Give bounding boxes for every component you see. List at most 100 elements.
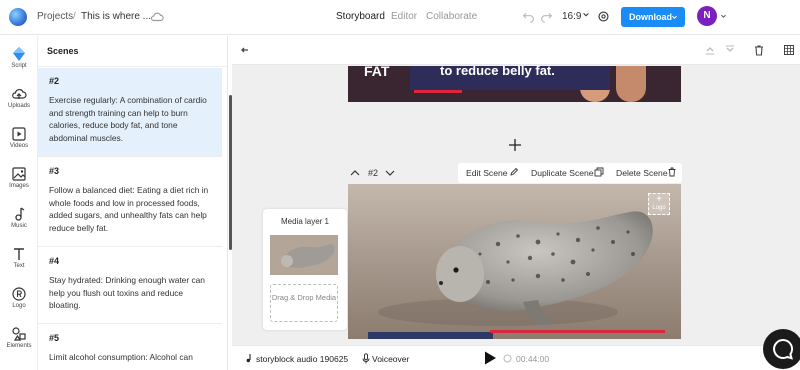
tab-storyboard[interactable]: Storyboard	[336, 11, 385, 22]
trash-icon[interactable]	[753, 44, 765, 56]
scene-card[interactable]: #3 Follow a balanced diet: Eating a diet…	[38, 158, 222, 247]
previous-scene-preview[interactable]: FAT to reduce belly fat.	[348, 66, 681, 102]
sidebar-item-label: Images	[9, 183, 29, 189]
scene-card[interactable]: #2 Exercise regularly: A combination of …	[38, 68, 222, 157]
scene-video-frame[interactable]	[348, 184, 681, 339]
microphone-icon	[362, 353, 370, 364]
sidebar-item-script[interactable]: Script	[0, 40, 38, 78]
scene-script-text[interactable]: Limit alcohol consumption: Alcohol can	[49, 351, 214, 364]
scene-script-text[interactable]: Exercise regularly: A combination of car…	[49, 94, 214, 145]
redo-icon[interactable]	[540, 10, 553, 23]
logo-registered-icon	[12, 287, 26, 301]
chevron-down-icon[interactable]	[582, 11, 590, 19]
delete-scene-label: Delete Scene	[616, 168, 668, 178]
sidebar-item-uploads[interactable]: Uploads	[0, 80, 38, 118]
chat-bubble-icon	[773, 338, 794, 360]
project-title[interactable]: This is where ...	[81, 11, 151, 22]
aspect-ratio-select[interactable]: 16:9	[562, 11, 581, 22]
scenes-panel: Scenes #2 Exercise regularly: A combinat…	[38, 36, 228, 370]
tab-editor[interactable]: Editor	[391, 11, 417, 22]
scene-card[interactable]: #4 Stay hydrated: Drinking enough water …	[38, 248, 222, 324]
grid-view-icon[interactable]	[783, 44, 795, 56]
music-note-icon	[15, 207, 25, 221]
sidebar-item-text[interactable]: Text	[0, 240, 38, 278]
scene-number: #5	[49, 333, 60, 343]
upload-cloud-icon	[12, 89, 27, 99]
media-layers-panel: Media layer 1 Drag & Drop Media	[263, 209, 347, 330]
sidebar-item-elements[interactable]: Elements	[0, 320, 38, 358]
chevron-down-icon[interactable]	[385, 168, 395, 178]
move-up-icon[interactable]	[704, 44, 716, 56]
preview-caption-right: to reduce belly fat.	[440, 66, 555, 78]
current-scene-number: #2	[368, 168, 379, 178]
video-icon	[12, 127, 26, 141]
preview-caption-left: FAT	[364, 66, 390, 79]
seal-photo	[348, 184, 681, 339]
cloud-saved-icon	[150, 12, 164, 22]
edit-scene-button[interactable]: Edit Scene	[466, 167, 519, 178]
scene-card[interactable]: #5 Limit alcohol consumption: Alcohol ca…	[38, 325, 222, 370]
duplicate-icon	[594, 167, 604, 177]
logo-placeholder-label: Logo	[652, 205, 666, 211]
left-tool-rail: Script Uploads Videos Images Music Text …	[0, 36, 38, 370]
voiceover-button[interactable]: Voiceover	[372, 354, 409, 364]
divider	[38, 66, 227, 67]
settings-gear-icon[interactable]	[597, 10, 610, 23]
sidebar-item-label: Text	[13, 263, 25, 269]
download-label: Download	[629, 12, 672, 22]
sidebar-item-videos[interactable]: Videos	[0, 120, 38, 158]
playback-timecode: 00:44:00	[516, 354, 550, 364]
play-icon[interactable]	[482, 350, 498, 366]
add-scene-plus-icon[interactable]	[508, 138, 522, 152]
duplicate-scene-button[interactable]: Duplicate Scene	[531, 167, 604, 178]
chevron-down-icon[interactable]	[720, 13, 727, 20]
scene-actions-bar: Edit Scene Duplicate Scene Delete Scene	[458, 163, 682, 183]
scene-script-text[interactable]: Follow a balanced diet: Eating a diet ri…	[49, 184, 214, 235]
duplicate-scene-label: Duplicate Scene	[531, 168, 594, 178]
timeline-scrubber-icon[interactable]	[503, 354, 512, 363]
canvas-toolbar	[232, 36, 800, 65]
scene-number: #4	[49, 256, 60, 266]
sidebar-item-label: Music	[11, 223, 27, 229]
sidebar-item-images[interactable]: Images	[0, 160, 38, 198]
audio-track-name[interactable]: storyblock audio 190625	[256, 354, 348, 364]
elements-icon	[12, 327, 26, 341]
pencil-icon	[510, 167, 519, 176]
sidebar-item-label: Elements	[6, 343, 32, 349]
sidebar-item-label: Script	[11, 63, 27, 69]
media-layer-title: Media layer 1	[280, 217, 330, 226]
breadcrumb-projects[interactable]: Projects	[37, 11, 73, 22]
download-button[interactable]: Download	[621, 7, 685, 27]
preview-accent-line	[414, 90, 462, 93]
chevron-up-icon[interactable]	[350, 168, 360, 178]
plus-icon: +	[656, 194, 662, 205]
sidebar-item-label: Videos	[9, 143, 29, 149]
tab-collaborate[interactable]: Collaborate	[426, 11, 477, 22]
scenes-title: Scenes	[47, 46, 79, 56]
chevron-down-icon	[672, 15, 677, 19]
breadcrumb-separator: /	[73, 11, 76, 22]
logo-placeholder[interactable]: + Logo	[648, 193, 670, 215]
collapse-panel-icon[interactable]	[240, 44, 252, 56]
app-logo[interactable]	[9, 8, 27, 26]
sidebar-item-music[interactable]: Music	[0, 200, 38, 238]
sidebar-item-logo[interactable]: Logo	[0, 280, 38, 318]
text-icon	[14, 248, 24, 260]
scene-script-text[interactable]: Stay hydrated: Drinking enough water can…	[49, 274, 214, 312]
support-chat-button[interactable]	[763, 329, 800, 369]
music-note-icon	[246, 354, 251, 363]
seal-thumbnail-image	[270, 235, 338, 275]
media-layer-thumbnail[interactable]	[270, 235, 338, 275]
preview-image	[616, 66, 646, 102]
trash-icon	[668, 167, 676, 177]
undo-icon[interactable]	[522, 10, 535, 23]
edit-scene-label: Edit Scene	[466, 168, 508, 178]
move-down-icon[interactable]	[724, 44, 736, 56]
sidebar-item-label: Logo	[12, 303, 26, 309]
scene-number: #2	[49, 76, 60, 86]
scene-number: #3	[49, 166, 60, 176]
sidebar-item-label: Uploads	[7, 103, 30, 109]
delete-scene-button[interactable]: Delete Scene	[616, 167, 676, 178]
user-avatar[interactable]: N	[697, 6, 717, 26]
drag-drop-media-zone[interactable]: Drag & Drop Media	[270, 284, 338, 322]
